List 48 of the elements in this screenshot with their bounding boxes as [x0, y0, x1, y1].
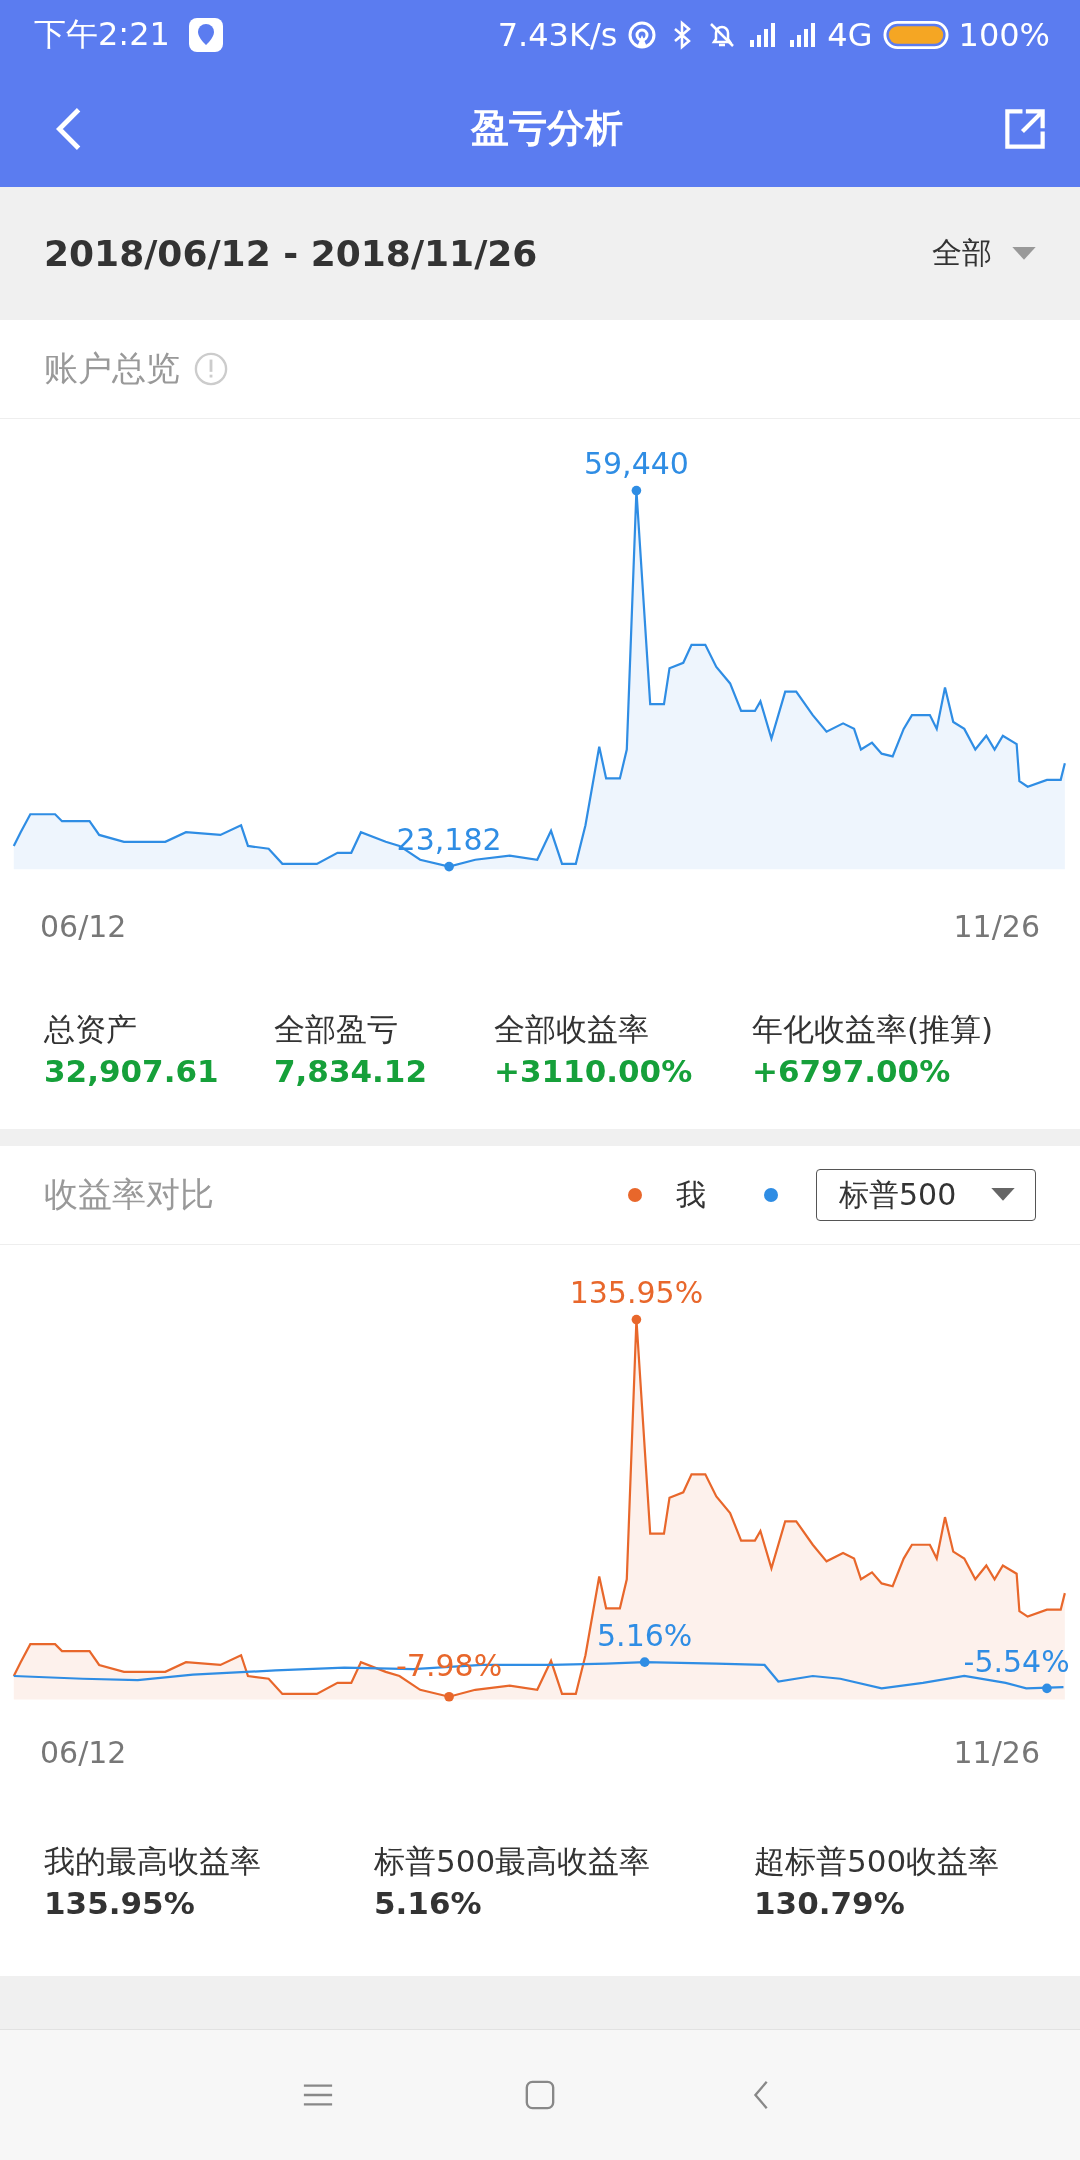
chart-value-label: -5.54% [963, 1643, 1070, 1679]
home-icon[interactable] [524, 2079, 556, 2111]
legend-label: 我 [676, 1175, 706, 1214]
stat-label: 标普500最高收益率 [374, 1842, 652, 1881]
stat-value: 7,834.12 [274, 1053, 428, 1089]
stat-label: 全部盈亏 [274, 1010, 399, 1049]
stat-label: 超标普500收益率 [754, 1842, 1001, 1881]
chart-value-label: 23,182 [396, 821, 502, 857]
axis-label: 11/26 [953, 909, 1040, 946]
stat-value: 5.16% [374, 1885, 483, 1921]
benchmark-dropdown[interactable]: 标普500 [816, 1169, 1036, 1221]
data-point [631, 485, 642, 496]
stat-value: +3110.00% [494, 1053, 694, 1089]
status-time: 下午2:21 [34, 14, 170, 55]
date-range: 2018/06/12 - 2018/11/26 [44, 233, 538, 274]
stat-label: 全部收益率 [494, 1010, 650, 1049]
stat-value: 32,907.61 [44, 1053, 220, 1089]
data-point [444, 861, 454, 872]
filter-dropdown[interactable]: 全部 [932, 233, 1036, 274]
battery-icon [882, 20, 949, 50]
hotspot-icon [627, 20, 658, 50]
network-type: 4G [827, 16, 873, 54]
axis-label: 11/26 [953, 1735, 1040, 1772]
data-point [639, 1657, 650, 1667]
stat-label: 年化收益率(推算) [752, 1010, 995, 1049]
stat-value: 135.95% [44, 1885, 196, 1921]
battery-level: 100% [958, 16, 1050, 54]
page-title: 盈亏分析 [471, 105, 623, 152]
stat-label: 我的最高收益率 [44, 1842, 262, 1881]
chart-value-label: 59,440 [583, 445, 689, 481]
signal-icon [787, 20, 818, 50]
signal-icon [747, 20, 778, 50]
axis-label: 06/12 [40, 1735, 127, 1772]
stat-value: 130.79% [754, 1885, 906, 1921]
stat-label: 总资产 [44, 1010, 138, 1049]
chart-value-label: 5.16% [597, 1617, 693, 1653]
chart-value-label: 135.95% [569, 1274, 704, 1310]
caret-icon [991, 1188, 1015, 1202]
caret-icon [1012, 246, 1036, 261]
section-title: 账户总览 [44, 347, 180, 390]
stat-value: +6797.00% [752, 1053, 952, 1089]
section-title: 收益率对比 [44, 1173, 214, 1216]
axis-label: 06/12 [40, 909, 127, 946]
data-point [1042, 1683, 1052, 1694]
data-point [444, 1691, 454, 1702]
data-point [631, 1314, 642, 1325]
network-speed: 7.43K/s [497, 16, 618, 54]
map-pin-icon [187, 17, 224, 53]
